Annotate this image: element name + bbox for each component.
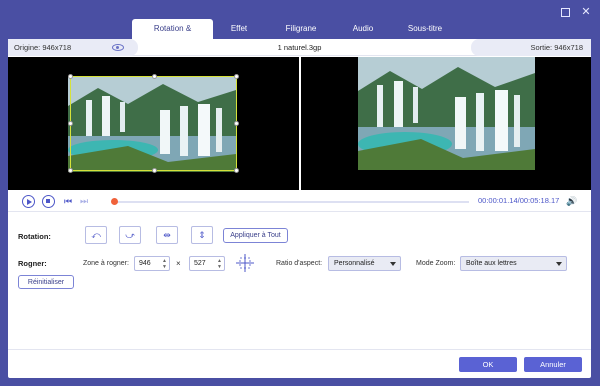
apply-all-button[interactable]: Appliquer à Tout (223, 228, 288, 243)
play-icon[interactable] (22, 195, 35, 208)
crop-handle-left[interactable] (68, 121, 73, 126)
tab-rotation-crop[interactable]: Rotation & Rognage (132, 19, 213, 53)
playhead-knob[interactable] (111, 198, 118, 205)
crop-height-value: 527 (194, 260, 206, 267)
current-time: 00:00:01.14 (478, 196, 518, 205)
divider-line (8, 211, 591, 212)
stepper-arrows-icon[interactable]: ▲ ▼ (162, 258, 167, 270)
footer-divider (8, 349, 591, 350)
tab-subtitle[interactable]: Sous-titre (389, 19, 461, 39)
output-video-frame (358, 57, 535, 170)
aspect-ratio-select[interactable]: Personnalisé (328, 256, 401, 271)
timecode: 00:00:01.14/00:05:18.17 (478, 196, 559, 205)
total-time: /00:05:18.17 (517, 196, 560, 205)
times-symbol: × (176, 259, 181, 268)
crop-handle-top[interactable] (152, 74, 157, 79)
stop-icon[interactable] (42, 195, 55, 208)
aspect-ratio-value: Personnalisé (334, 260, 375, 267)
flip-horizontal-icon[interactable]: ⇹ (156, 226, 178, 244)
tab-audio[interactable]: Audio (337, 19, 389, 39)
tab-bar: Rotation & Rognage Effet Filigrane Audio… (132, 19, 461, 53)
zoom-mode-value: Boîte aux lettres (466, 260, 517, 267)
crop-handle-bottom-left[interactable] (68, 168, 73, 173)
crop-handle-bottom[interactable] (152, 168, 157, 173)
skip-forward-icon[interactable]: ⏭ (80, 196, 88, 207)
cancel-button[interactable]: Annuler (524, 357, 582, 372)
crop-handle-bottom-right[interactable] (234, 168, 239, 173)
output-resolution: Sortie: 946x718 (471, 39, 591, 56)
volume-icon[interactable]: 🔊 (566, 196, 577, 207)
close-icon[interactable]: ✕ (580, 6, 592, 18)
editor-panel: Origine: 946x718 1 naturel.3gp Sortie: 9… (8, 39, 591, 378)
center-crop-icon[interactable] (236, 254, 254, 272)
zoom-mode-select[interactable]: Boîte aux lettres (460, 256, 567, 271)
tab-watermark[interactable]: Filigrane (265, 19, 337, 39)
video-editor-window: ✕ Rotation & Rognage Effet Filigrane Aud… (0, 0, 600, 386)
aspect-ratio-label: Ratio d'aspect: (276, 260, 323, 267)
crop-height-stepper[interactable]: 527 ▲ ▼ (189, 256, 225, 271)
crop-zone-label: Zone à rogner: (83, 260, 129, 267)
playback-controls: ⏮ ⏭ 00:00:01.14/00:05:18.17 🔊 (8, 192, 591, 210)
crop-selection-box[interactable] (68, 74, 239, 173)
ok-button[interactable]: OK (459, 357, 517, 372)
chevron-down-icon (556, 262, 562, 266)
rotation-label: Rotation: (18, 232, 51, 241)
skip-back-icon[interactable]: ⏮ (64, 196, 72, 207)
progress-track[interactable] (114, 201, 469, 203)
chevron-down-icon (390, 262, 396, 266)
info-bar: Origine: 946x718 1 naturel.3gp Sortie: 9… (8, 39, 591, 56)
tab-effect[interactable]: Effet (213, 19, 265, 39)
flip-vertical-icon[interactable]: ⇕ (191, 226, 213, 244)
window-controls: ✕ (561, 6, 592, 18)
stepper-arrows-icon[interactable]: ▲ ▼ (217, 258, 222, 270)
crop-width-value: 946 (139, 260, 151, 267)
rotate-right-icon[interactable]: ⤻ (119, 226, 141, 244)
crop-handle-top-right[interactable] (234, 74, 239, 79)
crop-handle-top-left[interactable] (68, 74, 73, 79)
crop-handle-right[interactable] (234, 121, 239, 126)
zoom-mode-label: Mode Zoom: (416, 260, 456, 267)
crop-label: Rogner: (18, 259, 47, 268)
maximize-icon[interactable] (561, 8, 570, 17)
reset-button[interactable]: Réinitialiser (18, 275, 74, 289)
rotate-left-icon[interactable]: ⤺ (85, 226, 107, 244)
crop-width-stepper[interactable]: 946 ▲ ▼ (134, 256, 170, 271)
